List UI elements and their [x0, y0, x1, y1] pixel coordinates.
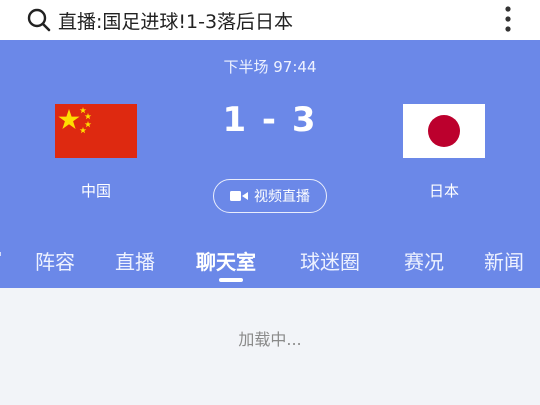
search-icon — [27, 8, 51, 32]
search-query-text[interactable]: 直播:国足进球!1-3落后日本 — [58, 7, 293, 34]
china-flag-icon — [55, 104, 137, 158]
app-root: 直播:国足进球!1-3落后日本 下半场 97:44 1 - 3 中国 视频直播 … — [0, 0, 540, 405]
tab-chatroom[interactable]: 聊天室 — [196, 246, 256, 275]
away-team-name[interactable]: 日本 — [404, 180, 484, 201]
video-live-button[interactable]: 视频直播 — [213, 179, 327, 213]
video-camera-icon — [230, 191, 248, 201]
tab-match-stats[interactable]: 赛况 — [404, 246, 444, 275]
active-tab-indicator — [219, 278, 243, 282]
tab-live[interactable]: 直播 — [115, 246, 155, 275]
tab-news[interactable]: 新闻 — [484, 246, 524, 275]
japan-flag-icon — [403, 104, 485, 158]
tab-lineup[interactable]: 阵容 — [35, 246, 75, 275]
match-period: 下半场 97:44 — [223, 58, 317, 76]
match-header: 下半场 97:44 1 - 3 中国 视频直播 日本 阵容 直播 聊天室 球迷圈… — [0, 40, 540, 288]
tab-fan-circle[interactable]: 球迷圈 — [300, 246, 360, 275]
loading-text: 加载中... — [238, 330, 302, 349]
search-bar[interactable]: 直播:国足进球!1-3落后日本 — [0, 0, 540, 40]
chatroom-content: 加载中... — [0, 288, 540, 405]
match-score: 1 - 3 — [222, 100, 318, 140]
tab-partial-offscreen — [0, 252, 1, 256]
tab-bar: 阵容 直播 聊天室 球迷圈 赛况 新闻 — [0, 240, 540, 288]
more-options-icon[interactable] — [504, 2, 512, 36]
home-team-name[interactable]: 中国 — [56, 180, 136, 201]
video-live-label: 视频直播 — [254, 189, 310, 205]
